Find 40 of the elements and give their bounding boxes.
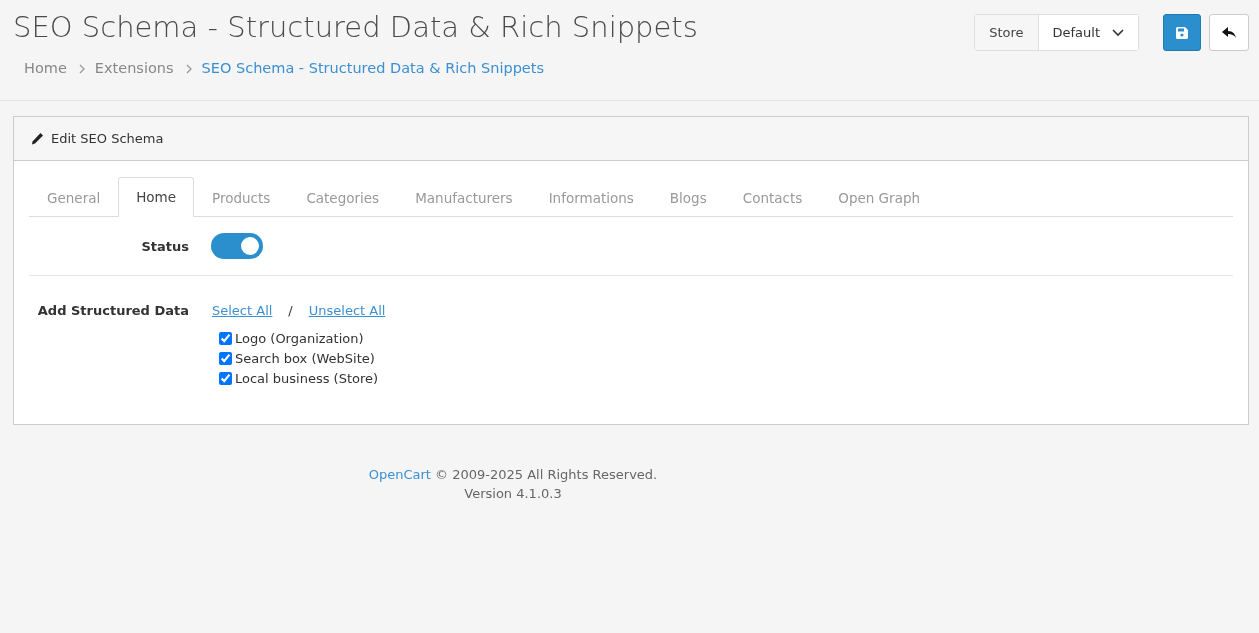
opencart-link[interactable]: OpenCart — [368, 466, 431, 482]
option-label: Search box (WebSite) — [235, 349, 375, 368]
breadcrumb-link[interactable]: Extensions — [94, 57, 174, 80]
reply-arrow-icon — [1222, 26, 1236, 39]
tab[interactable]: Categories — [288, 177, 398, 218]
tab[interactable]: General — [29, 177, 119, 218]
breadcrumb-link[interactable]: Home — [24, 57, 67, 80]
back-button[interactable] — [1209, 14, 1249, 51]
checkbox[interactable] — [219, 352, 232, 366]
tab[interactable]: Products — [194, 177, 289, 218]
breadcrumb-link[interactable]: SEO Schema - Structured Data & Rich Snippets — [201, 57, 544, 80]
status-label: Status — [140, 237, 190, 256]
card-title: Edit SEO Schema — [51, 129, 164, 148]
separator-text: / — [288, 302, 293, 321]
save-icon — [1176, 26, 1188, 39]
page-title: SEO Schema - Structured Data & Rich Snippets — [13, 10, 698, 45]
save-button[interactable] — [1163, 14, 1201, 51]
store-select[interactable]: Store Default — [974, 14, 1139, 51]
tab[interactable]: Blogs — [651, 177, 725, 218]
unselect-all-link[interactable]: Unselect All — [308, 301, 386, 321]
tab[interactable]: Manufacturers — [397, 177, 531, 218]
chevron-down-icon — [1112, 28, 1124, 37]
tab[interactable]: Informations — [530, 177, 652, 218]
option-label: Local business (Store) — [235, 369, 379, 388]
tab[interactable]: Contacts — [724, 177, 821, 218]
chevron-icon — [77, 63, 86, 74]
status-toggle[interactable] — [211, 233, 263, 260]
store-value: Default — [1052, 23, 1100, 42]
copyright-text: OpenCart © 2009-2025 All Rights Reserved. — [367, 465, 659, 484]
version-text: Version 4.1.0.3 — [463, 484, 563, 503]
chevron-icon — [184, 63, 193, 74]
option-label: Logo (Organization) — [235, 329, 364, 348]
structured-data-label: Add Structured Data — [36, 302, 190, 321]
store-label: Store — [975, 15, 1039, 50]
checkbox[interactable] — [219, 372, 232, 386]
tab[interactable]: Open Graph — [820, 177, 939, 218]
select-all-link[interactable]: Select All — [212, 301, 273, 321]
pencil-icon — [31, 131, 44, 145]
checkbox[interactable] — [219, 332, 232, 346]
tab[interactable]: Home — [118, 177, 195, 218]
